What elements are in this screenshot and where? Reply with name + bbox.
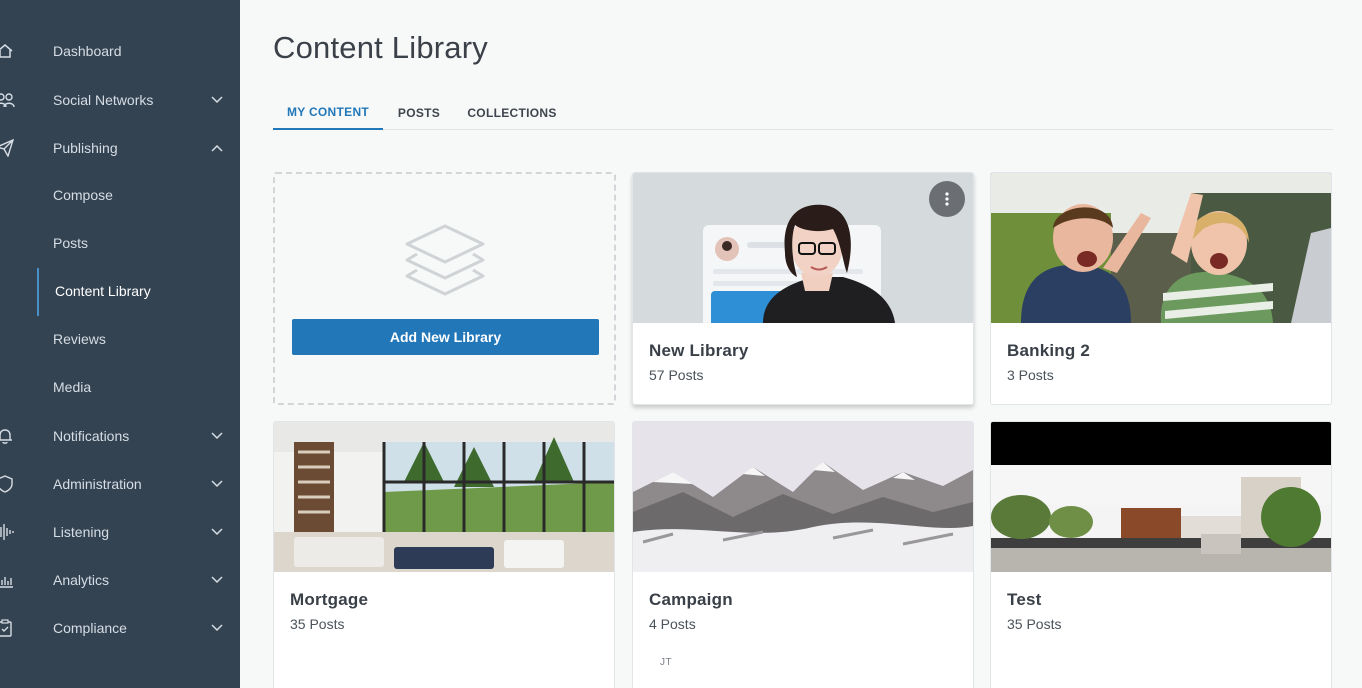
chevron-down-icon	[210, 429, 224, 443]
sidebar-item-label: Notifications	[53, 428, 130, 444]
sidebar-item-label: Listening	[53, 524, 110, 540]
sidebar-item-label: Media	[53, 379, 92, 395]
bell-icon	[0, 425, 16, 447]
library-title: New Library	[649, 341, 749, 360]
library-card-banking-2[interactable]: Banking 2 3 Posts	[990, 172, 1332, 405]
soundwave-icon	[0, 521, 16, 543]
sidebar-item-reviews[interactable]: Reviews	[0, 317, 240, 361]
sidebar-item-listening[interactable]: Listening	[0, 510, 240, 554]
add-library-card: Add New Library	[273, 172, 616, 405]
chevron-down-icon	[210, 621, 224, 635]
sidebar-item-label: Posts	[53, 235, 89, 251]
sidebar-item-notifications[interactable]: Notifications	[0, 414, 240, 458]
bar-chart-icon	[0, 569, 16, 591]
chevron-up-icon	[210, 141, 224, 155]
sidebar-item-compliance[interactable]: Compliance	[0, 606, 240, 650]
sidebar-item-social-networks[interactable]: Social Networks	[0, 78, 240, 122]
sidebar-item-compose[interactable]: Compose	[0, 173, 240, 217]
sidebar-item-label: Reviews	[53, 331, 106, 347]
sidebar-item-label: Social Networks	[53, 92, 154, 108]
chevron-down-icon	[210, 573, 224, 587]
sidebar-item-dashboard[interactable]: Dashboard	[0, 29, 240, 73]
add-new-library-button[interactable]: Add New Library	[292, 319, 599, 355]
library-thumbnail	[274, 422, 614, 572]
library-title: Banking 2	[1007, 341, 1091, 360]
library-card-new-library[interactable]: New Library 57 Posts	[632, 172, 974, 405]
library-title: Test	[1007, 590, 1042, 609]
library-card-mortgage[interactable]: Mortgage 35 Posts	[273, 421, 615, 688]
sidebar-item-label: Administration	[53, 476, 142, 492]
chevron-down-icon	[210, 525, 224, 539]
paper-plane-icon	[0, 137, 16, 159]
library-post-count: 4 Posts	[649, 616, 696, 632]
sidebar-item-content-library[interactable]: Content Library	[0, 269, 240, 313]
library-thumbnail	[991, 173, 1331, 323]
library-post-count: 3 Posts	[1007, 367, 1054, 383]
sidebar-item-label: Content Library	[55, 283, 151, 299]
sidebar-item-label: Publishing	[53, 140, 118, 156]
sidebar-item-label: Analytics	[53, 572, 110, 588]
more-vertical-icon	[945, 192, 949, 206]
library-title: Mortgage	[290, 590, 369, 609]
avatar-initials: JT	[660, 657, 673, 668]
tab-my-content[interactable]: MY CONTENT	[273, 96, 383, 130]
library-card-campaign[interactable]: Campaign 4 Posts JT	[632, 421, 974, 688]
card-menu-button[interactable]	[929, 181, 965, 217]
sidebar-item-label: Compose	[53, 187, 113, 203]
library-title: Campaign	[649, 590, 733, 609]
sidebar-item-publishing[interactable]: Publishing	[0, 126, 240, 170]
library-thumbnail	[633, 173, 973, 323]
chevron-down-icon	[210, 477, 224, 491]
sidebar-item-administration[interactable]: Administration	[0, 462, 240, 506]
library-thumbnail	[633, 422, 973, 572]
library-post-count: 57 Posts	[649, 367, 704, 383]
library-post-count: 35 Posts	[290, 616, 345, 632]
sidebar-item-label: Dashboard	[53, 43, 122, 59]
sidebar-item-analytics[interactable]: Analytics	[0, 558, 240, 602]
layers-icon	[405, 224, 485, 296]
chevron-down-icon	[210, 93, 224, 107]
clipboard-check-icon	[0, 617, 16, 639]
shield-icon	[0, 473, 16, 495]
page-title: Content Library	[273, 30, 488, 65]
sidebar: Dashboard Social Networks Publishing Com…	[0, 0, 240, 688]
library-post-count: 35 Posts	[1007, 616, 1062, 632]
sidebar-item-posts[interactable]: Posts	[0, 221, 240, 265]
users-icon	[0, 89, 16, 111]
sidebar-item-label: Compliance	[53, 620, 127, 636]
library-card-test[interactable]: Test 35 Posts	[990, 421, 1332, 688]
library-thumbnail	[991, 422, 1331, 572]
tab-posts[interactable]: POSTS	[389, 96, 449, 130]
tab-bar: MY CONTENT POSTS COLLECTIONS	[273, 96, 1333, 130]
sidebar-item-media[interactable]: Media	[0, 365, 240, 409]
tab-collections[interactable]: COLLECTIONS	[463, 96, 561, 130]
home-icon	[0, 40, 16, 62]
